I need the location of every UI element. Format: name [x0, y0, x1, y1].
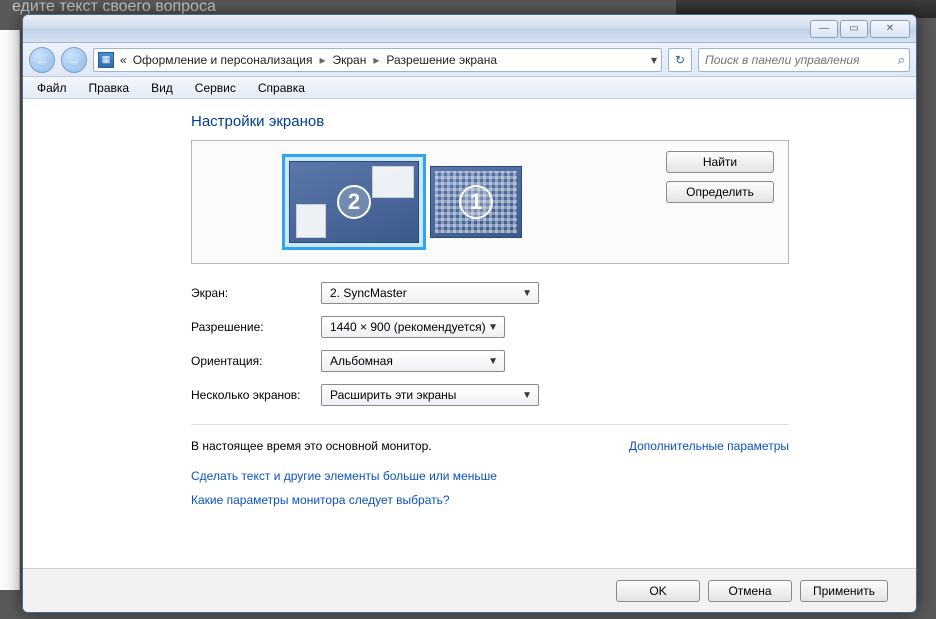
monitor-1[interactable]: 1 — [430, 166, 522, 238]
content-area: Настройки экранов 2 1 — [23, 99, 916, 568]
menu-view[interactable]: Вид — [141, 79, 183, 97]
chevron-right-icon[interactable]: ▸ — [318, 53, 326, 67]
background-left-strip — [0, 30, 20, 590]
resolution-select[interactable]: 1440 × 900 (рекомендуется) ▼ — [321, 316, 505, 338]
chevron-down-icon: ▼ — [488, 322, 498, 333]
nav-row: ← → ▦ « Оформление и персонализация ▸ Эк… — [23, 43, 916, 77]
cancel-button[interactable]: Отмена — [708, 580, 792, 602]
display-arrangement[interactable]: 2 1 Найти Определить — [191, 140, 789, 264]
maximize-button[interactable]: ▭ — [840, 20, 868, 38]
menu-tools[interactable]: Сервис — [185, 79, 246, 97]
orientation-value: Альбомная — [330, 354, 393, 368]
orientation-select[interactable]: Альбомная ▼ — [321, 350, 505, 372]
settings-form: Экран: 2. SyncMaster ▼ Разрешение: 1440 … — [191, 282, 789, 406]
ok-button[interactable]: OK — [616, 580, 700, 602]
primary-monitor-status: В настоящее время это основной монитор. — [191, 439, 432, 453]
search-input[interactable] — [703, 52, 898, 68]
multiple-displays-select[interactable]: Расширить эти экраны ▼ — [321, 384, 539, 406]
status-row: В настоящее время это основной монитор. … — [191, 424, 789, 453]
identify-button[interactable]: Определить — [666, 181, 774, 203]
dialog-footer: OK Отмена Применить — [23, 568, 916, 612]
resolution-value: 1440 × 900 (рекомендуется) — [330, 320, 486, 334]
breadcrumb[interactable]: Оформление и персонализация — [133, 53, 313, 67]
monitor-number: 2 — [337, 185, 371, 219]
label-screen: Экран: — [191, 286, 321, 300]
menu-file[interactable]: Файл — [27, 79, 77, 97]
apply-button[interactable]: Применить — [800, 580, 888, 602]
titlebar: — ▭ ✕ — [23, 15, 916, 43]
chevron-right-icon[interactable]: ▸ — [372, 53, 380, 67]
refresh-button[interactable]: ↻ — [668, 48, 692, 72]
page-title: Настройки экранов — [191, 113, 789, 130]
text-size-link[interactable]: Сделать текст и другие элементы больше и… — [191, 469, 789, 483]
back-button[interactable]: ← — [29, 47, 55, 73]
search-icon[interactable]: ⌕ — [898, 52, 905, 68]
label-resolution: Разрешение: — [191, 320, 321, 334]
window: — ▭ ✕ ← → ▦ « Оформление и персонализаци… — [22, 14, 917, 613]
chevron-down-icon: ▼ — [488, 356, 498, 367]
detect-button[interactable]: Найти — [666, 151, 774, 173]
search-box[interactable]: ⌕ — [698, 48, 910, 72]
address-dropdown[interactable]: ▾ — [651, 53, 657, 67]
help-links: Сделать текст и другие элементы больше и… — [191, 469, 789, 507]
minimize-button[interactable]: — — [810, 20, 838, 38]
screen-value: 2. SyncMaster — [330, 286, 407, 300]
close-button[interactable]: ✕ — [870, 20, 910, 38]
screen-select[interactable]: 2. SyncMaster ▼ — [321, 282, 539, 304]
advanced-settings-link[interactable]: Дополнительные параметры — [629, 439, 789, 453]
which-settings-link[interactable]: Какие параметры монитора следует выбрать… — [191, 493, 789, 507]
chevron-down-icon: ▼ — [522, 288, 532, 299]
menu-bar: Файл Правка Вид Сервис Справка — [23, 77, 916, 99]
menu-edit[interactable]: Правка — [79, 79, 140, 97]
chevron-down-icon: ▼ — [522, 390, 532, 401]
address-bar[interactable]: ▦ « Оформление и персонализация ▸ Экран … — [93, 48, 662, 72]
breadcrumb[interactable]: Экран — [332, 53, 366, 67]
menu-help[interactable]: Справка — [248, 79, 315, 97]
forward-button[interactable]: → — [61, 47, 87, 73]
label-orientation: Ориентация: — [191, 354, 321, 368]
multiple-displays-value: Расширить эти экраны — [330, 388, 456, 402]
breadcrumb[interactable]: Разрешение экрана — [386, 53, 497, 67]
monitor-2[interactable]: 2 — [282, 154, 426, 250]
control-panel-icon: ▦ — [98, 52, 114, 68]
label-multiple-displays: Несколько экранов: — [191, 388, 321, 402]
breadcrumb-prefix: « — [120, 53, 127, 67]
